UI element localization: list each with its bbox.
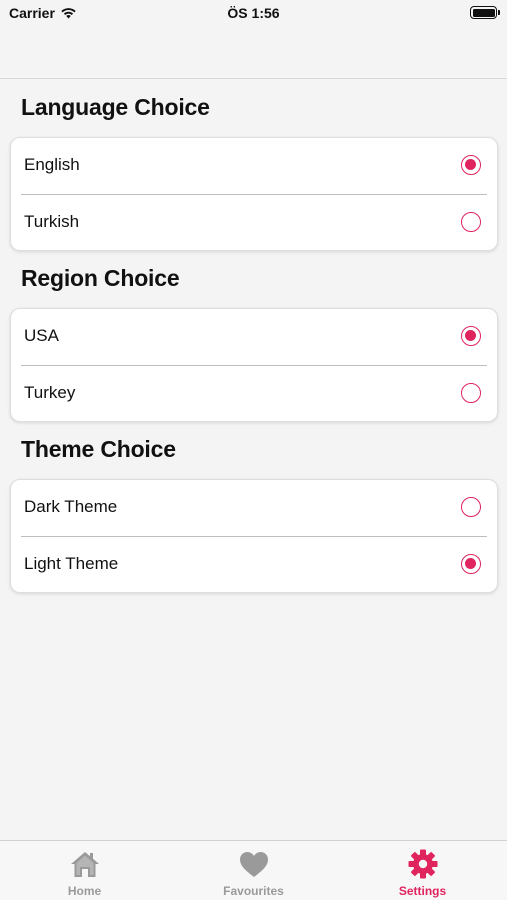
tab-label: Settings bbox=[398, 884, 447, 898]
option-label: English bbox=[24, 155, 80, 174]
gear-icon bbox=[408, 849, 437, 879]
option-turkish[interactable]: Turkish bbox=[11, 195, 497, 251]
option-dark-theme[interactable]: Dark Theme bbox=[11, 480, 497, 536]
radio-unselected-icon[interactable] bbox=[461, 383, 481, 403]
tab-favourites[interactable]: Favourites bbox=[169, 841, 338, 900]
option-usa[interactable]: USA bbox=[11, 309, 497, 365]
option-light-theme[interactable]: Light Theme bbox=[11, 537, 497, 593]
tab-settings[interactable]: Settings bbox=[338, 841, 507, 900]
option-english[interactable]: English bbox=[11, 138, 497, 194]
language-options-card: English Turkish bbox=[10, 137, 498, 251]
theme-options-card: Dark Theme Light Theme bbox=[10, 479, 498, 593]
status-bar: Carrier ÖS 1:56 bbox=[0, 0, 507, 28]
region-section-title: Region Choice bbox=[21, 265, 180, 291]
radio-selected-icon[interactable] bbox=[461, 554, 481, 574]
language-section-title: Language Choice bbox=[21, 94, 210, 120]
settings-screen: Carrier ÖS 1:56 Language Choice English … bbox=[0, 0, 507, 900]
radio-unselected-icon[interactable] bbox=[461, 212, 481, 232]
clock: ÖS 1:56 bbox=[227, 5, 280, 21]
radio-selected-icon[interactable] bbox=[461, 326, 481, 346]
option-label: Turkish bbox=[24, 212, 80, 231]
region-options-card: USA Turkey bbox=[10, 308, 498, 422]
option-label: Light Theme bbox=[24, 554, 119, 573]
radio-unselected-icon[interactable] bbox=[461, 497, 481, 517]
home-icon bbox=[70, 852, 99, 877]
tab-label: Home bbox=[67, 884, 102, 898]
theme-section-title: Theme Choice bbox=[21, 436, 176, 462]
option-label: Dark Theme bbox=[24, 497, 118, 516]
radio-selected-icon[interactable] bbox=[461, 155, 481, 175]
tab-label: Favourites bbox=[223, 884, 284, 898]
option-label: Turkey bbox=[24, 383, 76, 402]
option-turkey[interactable]: Turkey bbox=[11, 366, 497, 422]
heart-icon bbox=[239, 852, 268, 877]
tab-home[interactable]: Home bbox=[0, 841, 169, 900]
nav-divider bbox=[0, 78, 507, 79]
option-label: USA bbox=[24, 326, 59, 345]
tab-bar: Home Favourites Settings bbox=[0, 840, 507, 900]
battery-icon bbox=[470, 6, 500, 19]
